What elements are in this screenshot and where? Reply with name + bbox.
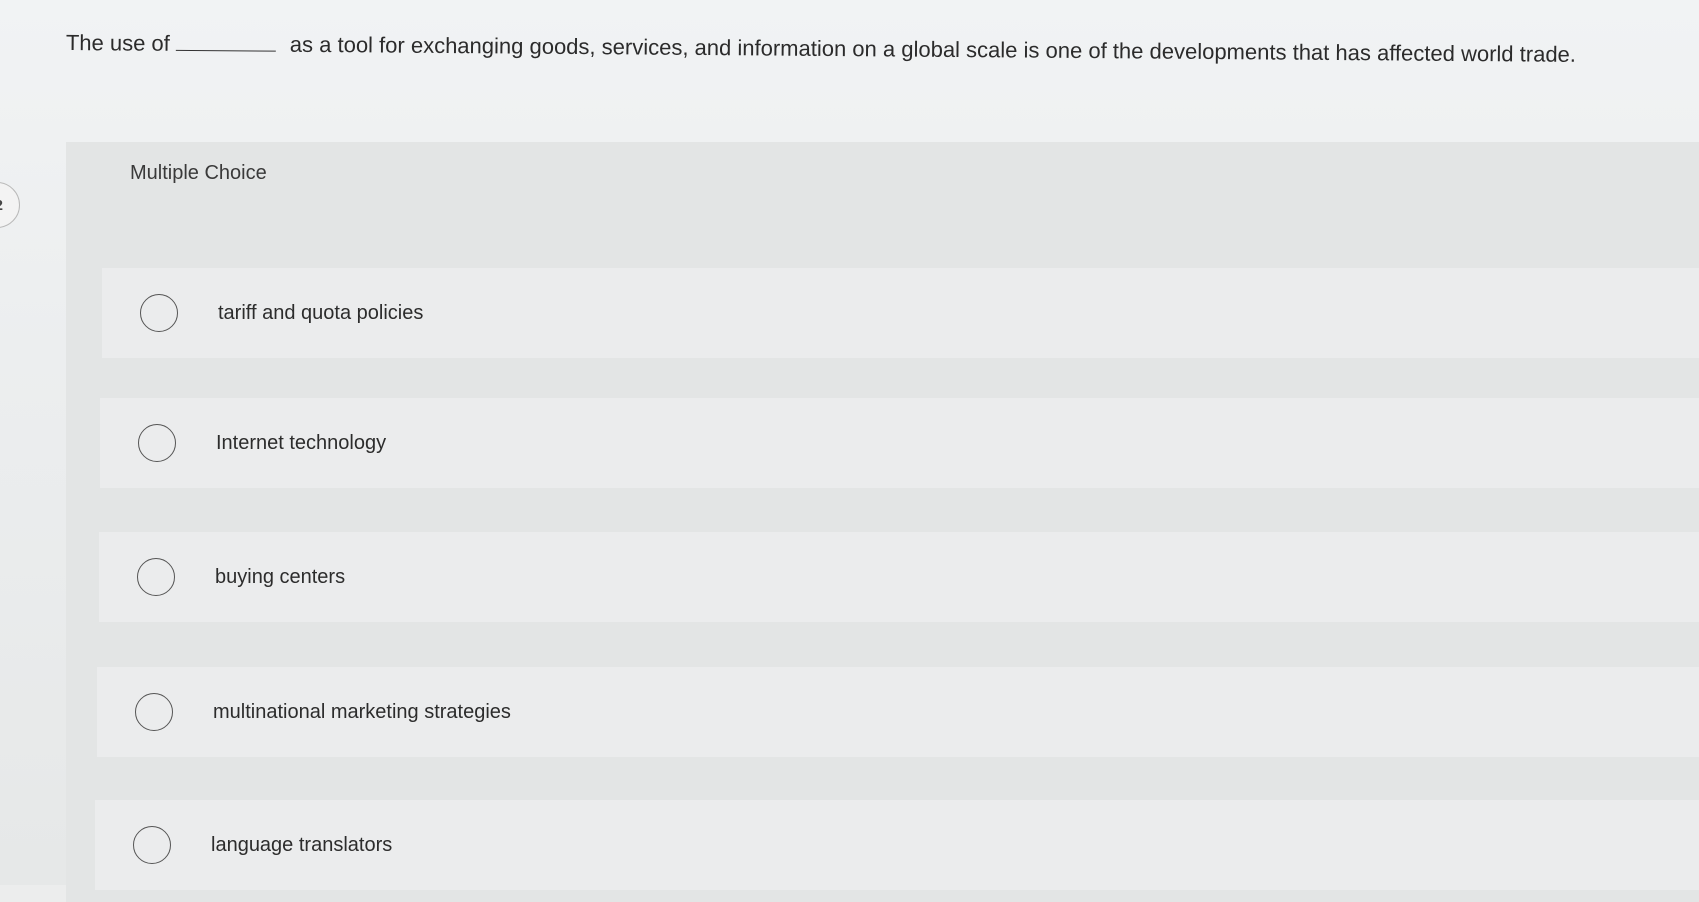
option-label: buying centers (215, 565, 346, 588)
option-label: multinational marketing strategies (213, 700, 511, 723)
question-prompt: The use of as a tool for exchanging goods… (66, 28, 1666, 71)
option-label: language translators (211, 833, 393, 856)
option-buying-centers[interactable]: buying centers (99, 532, 1699, 622)
question-number-badge: 2 (0, 182, 20, 228)
question-type-label: Multiple Choice (130, 162, 267, 184)
option-label: Internet technology (216, 431, 387, 454)
radio-button[interactable] (138, 424, 176, 462)
option-tariff-and-quota-policies[interactable]: tariff and quota policies (102, 268, 1699, 358)
question-number: 2 (0, 197, 3, 214)
radio-button[interactable] (140, 294, 178, 332)
prompt-text-before: The use of (65, 29, 170, 56)
choices-panel (66, 142, 1699, 902)
radio-button[interactable] (135, 693, 173, 731)
prompt-text-after: as a tool for exchanging goods, services… (289, 31, 1577, 67)
fill-in-blank (175, 31, 276, 52)
radio-button[interactable] (137, 558, 175, 596)
option-internet-technology[interactable]: Internet technology (100, 398, 1699, 488)
quiz-page: 2 The use of as a tool for exchanging goo… (0, 0, 1699, 902)
option-language-translators[interactable]: language translators (95, 800, 1699, 890)
option-label: tariff and quota policies (218, 301, 424, 324)
radio-button[interactable] (133, 826, 171, 864)
option-multinational-marketing-strategies[interactable]: multinational marketing strategies (97, 667, 1699, 757)
